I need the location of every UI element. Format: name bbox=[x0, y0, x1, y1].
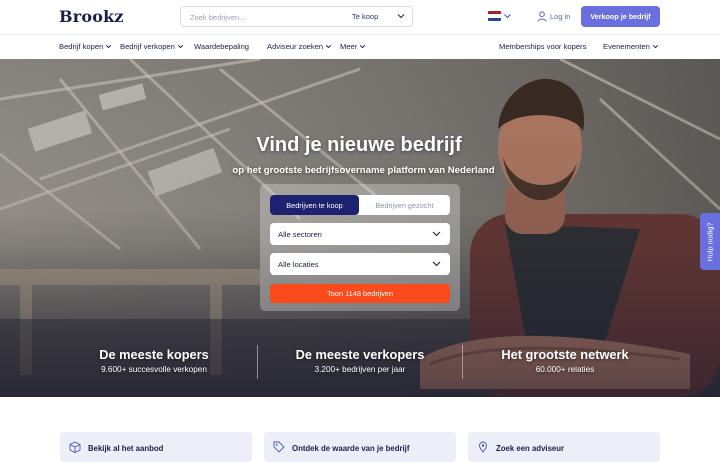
search-box: Te koop bbox=[180, 6, 413, 27]
nav-label: Waardebepaling bbox=[194, 42, 250, 51]
nav-item-meer[interactable]: Meer bbox=[340, 42, 366, 51]
listing-tabs: Bedrijven te koop Bedrijven gezocht bbox=[270, 195, 450, 215]
stat-divider bbox=[257, 345, 258, 379]
nav-item-evenementen[interactable]: Evenementen bbox=[603, 42, 659, 51]
card-find-advisor[interactable]: Zoek een adviseur bbox=[468, 432, 660, 462]
tab-bedrijven-gezocht[interactable]: Bedrijven gezocht bbox=[359, 195, 450, 215]
search-panel: Bedrijven te koop Bedrijven gezocht Alle… bbox=[260, 184, 460, 311]
stat-network: Het grootste netwerk 60.000+ relaties bbox=[465, 347, 665, 374]
main-nav: Bedrijf kopen Bedrijf verkopen Waardebep… bbox=[0, 34, 720, 59]
stat-subtitle: 3.200+ bedrijven per jaar bbox=[314, 365, 406, 374]
show-businesses-button[interactable]: Toon 1148 bedrijven bbox=[270, 284, 450, 303]
nav-label: Evenementen bbox=[603, 42, 650, 51]
location-pin-icon bbox=[479, 441, 487, 453]
search-input[interactable] bbox=[190, 10, 340, 24]
chevron-down-icon bbox=[106, 44, 112, 49]
sector-select[interactable]: Alle sectoren bbox=[270, 223, 450, 245]
brookz-logo[interactable]: Brookz bbox=[59, 7, 124, 26]
stat-subtitle: 60.000+ relaties bbox=[535, 365, 595, 374]
sector-select-label: Alle sectoren bbox=[278, 230, 322, 239]
nav-label: Bedrijf kopen bbox=[59, 42, 104, 51]
top-header: Brookz Te koop Log in Verkoop je bedrijf bbox=[0, 0, 720, 34]
user-icon bbox=[537, 11, 547, 22]
nav-item-bedrijf-verkopen[interactable]: Bedrijf verkopen bbox=[120, 42, 184, 51]
stat-divider bbox=[462, 345, 463, 379]
chevron-down-icon bbox=[432, 231, 441, 237]
chevron-down-icon bbox=[432, 261, 441, 267]
box-icon bbox=[69, 441, 81, 453]
nav-item-adviseur-zoeken[interactable]: Adviseur zoeken bbox=[267, 42, 332, 51]
card-label: Zoek een adviseur bbox=[496, 444, 565, 453]
card-label: Bekijk al het aanbod bbox=[88, 444, 164, 453]
chevron-down-icon bbox=[326, 44, 332, 49]
search-divider bbox=[341, 7, 342, 26]
nav-label: Memberships voor kopers bbox=[499, 42, 587, 51]
chevron-down-icon bbox=[360, 44, 366, 49]
stat-subtitle: 9.600+ succesvolle verkopen bbox=[101, 365, 207, 374]
login-link[interactable]: Log in bbox=[537, 10, 570, 23]
location-select-label: Alle locaties bbox=[278, 260, 319, 269]
card-valuation[interactable]: Ontdek de waarde van je bedrijf bbox=[264, 432, 456, 462]
help-tab-label: Hulp nodig? bbox=[705, 222, 715, 261]
hero-section: Vind je nieuwe bedrijf op het grootste b… bbox=[0, 59, 720, 397]
stat-sellers: De meeste verkopers 3.200+ bedrijven per… bbox=[260, 347, 460, 374]
nl-flag-icon[interactable] bbox=[488, 11, 501, 21]
nav-label: Meer bbox=[340, 42, 358, 51]
stat-buyers: De meeste kopers 9.600+ succesvolle verk… bbox=[54, 347, 254, 374]
card-view-offers[interactable]: Bekijk al het aanbod bbox=[60, 432, 252, 462]
help-tab[interactable]: Hulp nodig? bbox=[700, 213, 720, 270]
tab-bedrijven-te-koop[interactable]: Bedrijven te koop bbox=[270, 195, 359, 215]
card-label: Ontdek de waarde van je bedrijf bbox=[292, 444, 410, 453]
nav-label: Bedrijf verkopen bbox=[120, 42, 175, 51]
nav-item-bedrijf-kopen[interactable]: Bedrijf kopen bbox=[59, 42, 112, 51]
location-select[interactable]: Alle locaties bbox=[270, 253, 450, 275]
sell-business-button[interactable]: Verkoop je bedrijf bbox=[581, 6, 660, 27]
hero-subtitle: op het grootste bedrijfsovername platfor… bbox=[232, 165, 495, 176]
search-type-select[interactable]: Te koop bbox=[352, 12, 378, 21]
nav-item-waardebepaling[interactable]: Waardebepaling bbox=[194, 42, 249, 51]
chevron-down-icon[interactable] bbox=[503, 10, 512, 22]
hero-title: Vind je nieuwe bedrijf bbox=[256, 134, 462, 156]
chevron-down-icon bbox=[177, 44, 184, 49]
stat-title: Het grootste netwerk bbox=[501, 347, 629, 362]
stat-title: De meeste kopers bbox=[99, 347, 209, 362]
chevron-down-icon bbox=[652, 44, 659, 49]
tag-icon bbox=[273, 441, 285, 453]
nav-label: Adviseur zoeken bbox=[267, 42, 324, 51]
chevron-down-icon[interactable] bbox=[396, 10, 406, 22]
nav-item-memberships[interactable]: Memberships voor kopers bbox=[499, 42, 586, 51]
stat-title: De meeste verkopers bbox=[295, 347, 425, 362]
login-label: Log in bbox=[550, 12, 571, 21]
